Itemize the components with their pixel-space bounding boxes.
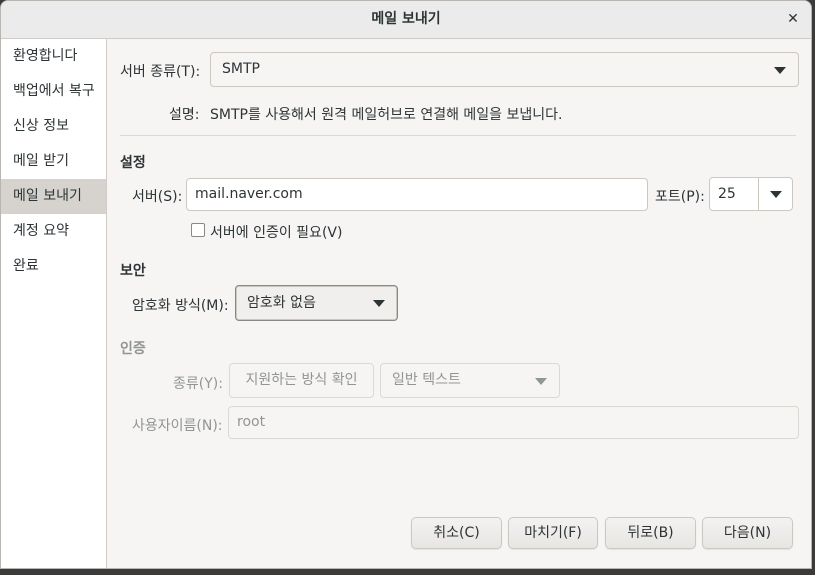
server-type-label: 서버 종류(T): [120,64,201,80]
chevron-down-icon [769,191,782,198]
chevron-down-icon [535,377,547,385]
sidebar-item-receiving-email[interactable]: 메일 받기 [1,144,106,179]
sidebar-item-identity[interactable]: 신상 정보 [1,109,106,144]
description-label: 설명: [169,107,200,123]
server-input[interactable]: mail.naver.com [186,178,648,211]
server-label: 서버(S): [132,189,183,205]
encryption-select[interactable]: 암호화 없음 [235,285,398,321]
port-value: 25 [718,186,736,202]
port-label: 포트(P): [655,189,705,205]
check-supported-types-button[interactable]: 지원하는 방식 확인 [229,363,374,398]
username-label: 사용자이름(N): [132,418,223,434]
window-title: 메일 보내기 [371,11,441,27]
sidebar-item-done[interactable]: 완료 [1,249,106,284]
authentication-heading: 인증 [120,341,146,357]
close-icon[interactable]: ✕ [781,7,805,31]
chevron-down-icon [774,66,786,74]
cancel-button[interactable]: 취소(C) [411,517,502,549]
sidebar: 환영합니다 백업에서 복구 신상 정보 메일 받기 메일 보내기 계정 요약 완… [1,39,107,568]
sidebar-item-restore-backup[interactable]: 백업에서 복구 [1,74,106,109]
port-stepper[interactable]: 25 [709,177,793,211]
server-type-value: SMTP [222,61,260,77]
server-type-select[interactable]: SMTP [210,52,799,87]
description-text: SMTP를 사용해서 원격 메일허브로 연결해 메일을 보냅니다. [210,107,563,123]
separator [120,135,796,136]
auth-required-checkbox[interactable] [191,223,205,237]
sidebar-item-account-summary[interactable]: 계정 요약 [1,214,106,249]
security-heading: 보안 [120,263,146,279]
port-dropdown-button[interactable] [758,178,792,210]
title-bar: 메일 보내기 ✕ [1,1,811,39]
auth-type-value: 일반 텍스트 [392,372,461,388]
back-button[interactable]: 뒤로(B) [605,517,696,549]
encryption-value: 암호화 없음 [247,295,316,311]
auth-required-label[interactable]: 서버에 인증이 필요(V) [210,222,342,242]
finish-button[interactable]: 마치기(F) [508,517,598,549]
mail-send-dialog: 메일 보내기 ✕ 환영합니다 백업에서 복구 신상 정보 메일 받기 메일 보내… [0,0,812,569]
auth-type-select[interactable]: 일반 텍스트 [380,363,560,398]
auth-type-label: 종류(Y): [173,376,223,392]
sidebar-item-sending-email[interactable]: 메일 보내기 [1,179,106,214]
username-input[interactable]: root [228,406,799,439]
main-panel: 서버 종류(T): SMTP 설명: SMTP를 사용해서 원격 메일허브로 연… [107,39,811,568]
sidebar-item-welcome[interactable]: 환영합니다 [1,39,106,74]
settings-heading: 설정 [120,155,146,171]
next-button[interactable]: 다음(N) [702,517,793,549]
chevron-down-icon [373,300,385,307]
encryption-label: 암호화 방식(M): [132,298,229,314]
